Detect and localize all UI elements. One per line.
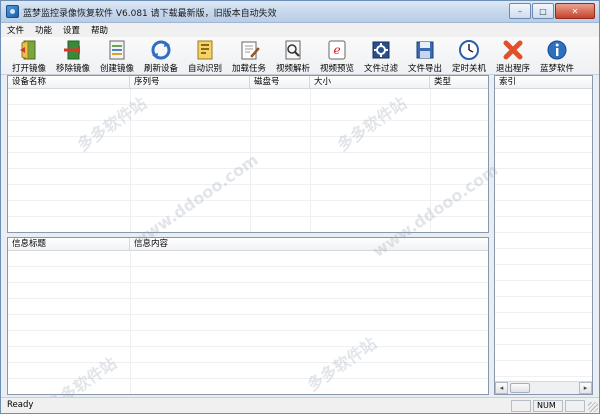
column-divider [430, 89, 431, 232]
about-icon [546, 39, 568, 61]
index-panel-header: 索引 [495, 76, 592, 89]
refresh-device-label: 刷新设备 [143, 64, 178, 74]
timed-shutdown-button[interactable]: 定时关机 [447, 37, 491, 75]
create-image-label: 创建镜像 [99, 64, 134, 74]
column-info-content[interactable]: 信息内容 [130, 238, 488, 251]
column-divider [130, 251, 131, 394]
video-preview-label: 视频预览 [319, 64, 354, 74]
index-panel[interactable]: 索引 ◂ ▸ [494, 75, 593, 395]
window-title: 蓝梦监控录像恢复软件 V6.081 请下载最新版，旧版本自动失效 [23, 9, 277, 19]
info-table-header: 信息标题 信息内容 [8, 238, 488, 251]
auto-detect-label: 自动识别 [187, 64, 222, 74]
device-table-header: 设备名称 序列号 磁盘号 大小 类型 [8, 76, 488, 89]
video-preview-icon: e [326, 39, 348, 61]
video-parse-button[interactable]: 视频解析 [271, 37, 315, 75]
device-table-body [8, 89, 488, 232]
svg-text:e: e [333, 43, 340, 57]
column-device-name[interactable]: 设备名称 [8, 76, 130, 89]
maximize-button[interactable]: □ [532, 3, 554, 19]
column-type[interactable]: 类型 [430, 76, 488, 89]
status-pane [565, 400, 585, 412]
column-info-title[interactable]: 信息标题 [8, 238, 130, 251]
column-serial[interactable]: 序列号 [130, 76, 250, 89]
timed-shutdown-icon [458, 39, 480, 61]
column-divider [130, 89, 131, 232]
open-image-button[interactable]: 打开镜像 [7, 37, 51, 75]
column-size[interactable]: 大小 [310, 76, 430, 89]
column-divider [310, 89, 311, 232]
exit-button[interactable]: 退出程序 [491, 37, 535, 75]
remove-image-label: 移除镜像 [55, 64, 90, 74]
file-export-label: 文件导出 [407, 64, 442, 74]
open-image-label: 打开镜像 [11, 64, 46, 74]
menu-function[interactable]: 功能 [35, 24, 52, 36]
info-table[interactable]: 信息标题 信息内容 [7, 237, 489, 395]
load-task-label: 加载任务 [231, 64, 266, 74]
auto-detect-icon [194, 39, 216, 61]
resize-grip-icon[interactable] [588, 402, 598, 412]
file-export-button[interactable]: 文件导出 [403, 37, 447, 75]
menu-file[interactable]: 文件 [7, 24, 24, 36]
window-controls: – □ ✕ [508, 3, 595, 19]
horizontal-scrollbar[interactable]: ◂ ▸ [495, 381, 592, 394]
file-filter-button[interactable]: 文件过滤 [359, 37, 403, 75]
title-bar[interactable]: 蓝梦监控录像恢复软件 V6.081 请下载最新版，旧版本自动失效 – □ ✕ [1, 1, 599, 23]
device-table[interactable]: 设备名称 序列号 磁盘号 大小 类型 [7, 75, 489, 233]
scroll-left-button[interactable]: ◂ [495, 382, 508, 394]
load-task-button[interactable]: 加载任务 [227, 37, 271, 75]
scroll-right-button[interactable]: ▸ [579, 382, 592, 394]
close-button[interactable]: ✕ [555, 3, 595, 19]
minimize-button[interactable]: – [509, 3, 531, 19]
file-filter-icon [370, 39, 392, 61]
remove-image-button[interactable]: 移除镜像 [51, 37, 95, 75]
video-preview-button[interactable]: e 视频预览 [315, 37, 359, 75]
app-window: 蓝梦监控录像恢复软件 V6.081 请下载最新版，旧版本自动失效 – □ ✕ 文… [0, 0, 600, 414]
video-parse-label: 视频解析 [275, 64, 310, 74]
column-index[interactable]: 索引 [495, 76, 592, 89]
index-panel-body [495, 89, 592, 381]
menu-bar: 文件 功能 设置 帮助 [1, 23, 599, 37]
column-divider [250, 89, 251, 232]
menu-help[interactable]: 帮助 [91, 24, 108, 36]
info-table-body [8, 251, 488, 394]
scroll-thumb[interactable] [510, 383, 530, 393]
status-pane [511, 400, 531, 412]
num-lock-indicator: NUM [533, 400, 563, 412]
video-parse-icon [282, 39, 304, 61]
refresh-device-icon [150, 39, 172, 61]
menu-settings[interactable]: 设置 [63, 24, 80, 36]
scroll-track[interactable] [508, 382, 579, 394]
app-logo-icon [6, 5, 19, 18]
toolbar: 打开镜像 移除镜像 创建镜像 刷新设备 自动识别 加载任务 视频解析 e 视频预… [1, 37, 599, 75]
create-image-icon [106, 39, 128, 61]
about-button[interactable]: 蓝梦软件 [535, 37, 579, 75]
column-disk-number[interactable]: 磁盘号 [250, 76, 310, 89]
file-export-icon [414, 39, 436, 61]
refresh-device-button[interactable]: 刷新设备 [139, 37, 183, 75]
file-filter-label: 文件过滤 [363, 64, 398, 74]
open-image-icon [18, 39, 40, 61]
timed-shutdown-label: 定时关机 [451, 64, 486, 74]
remove-image-icon [62, 39, 84, 61]
create-image-button[interactable]: 创建镜像 [95, 37, 139, 75]
exit-icon [502, 39, 524, 61]
about-label: 蓝梦软件 [539, 64, 574, 74]
exit-label: 退出程序 [495, 64, 530, 74]
status-text: Ready [7, 400, 34, 410]
status-bar: Ready NUM [1, 397, 599, 413]
load-task-icon [238, 39, 260, 61]
auto-detect-button[interactable]: 自动识别 [183, 37, 227, 75]
